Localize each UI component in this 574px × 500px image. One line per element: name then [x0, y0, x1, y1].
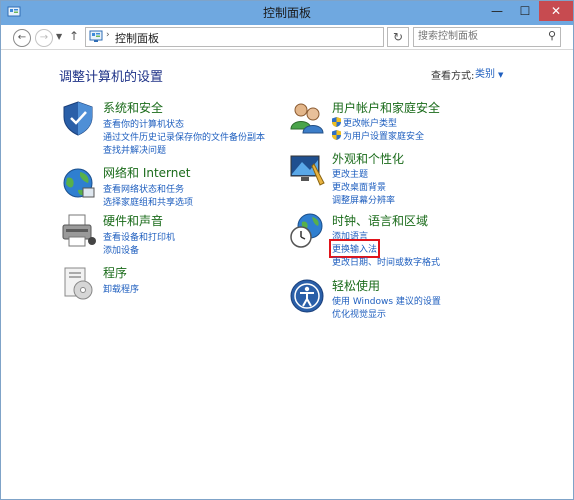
- link-file-history-backup[interactable]: 通过文件历史记录保存你的文件备份副本: [103, 130, 265, 143]
- link-label[interactable]: 为用户设置家庭安全: [343, 132, 424, 142]
- category-network-internet: 网络和 Internet 查看网络状态和任务 选择家庭组和共享选项: [59, 164, 289, 208]
- category-system-security: 系统和安全 查看你的计算机状态 通过文件历史记录保存你的文件备份副本 查找并解决…: [59, 99, 289, 159]
- category-ease-of-access: 轻松使用 使用 Windows 建议的设置 优化视觉显示: [288, 277, 548, 320]
- category-heading[interactable]: 轻松使用: [332, 277, 380, 294]
- search-box[interactable]: ⚲: [413, 27, 561, 47]
- category-user-accounts: 用户帐户和家庭安全 更改帐户类型 为用户设置家庭安全: [288, 99, 548, 142]
- users-icon[interactable]: [288, 99, 326, 137]
- category-hardware-sound: 硬件和声音 查看设备和打印机 添加设备: [59, 212, 289, 256]
- category-heading[interactable]: 系统和安全: [103, 99, 163, 116]
- category-heading[interactable]: 用户帐户和家庭安全: [332, 99, 440, 116]
- search-input[interactable]: [418, 29, 538, 44]
- link-change-theme[interactable]: 更改主题: [332, 167, 368, 180]
- link-network-status[interactable]: 查看网络状态和任务: [103, 182, 184, 195]
- ease-of-access-icon[interactable]: [288, 277, 326, 315]
- back-button[interactable]: ←: [13, 29, 31, 47]
- category-heading[interactable]: 时钟、语言和区域: [332, 212, 428, 229]
- view-by-value[interactable]: 类别: [475, 69, 495, 80]
- address-bar[interactable]: › 控制面板 ▼: [85, 27, 458, 47]
- link-add-language[interactable]: 添加语言: [332, 229, 368, 242]
- uac-shield-icon: [332, 130, 341, 140]
- main-content: 调整计算机的设置 查看方式: 类别 ▼ 系统和安全 查看你的计算机状态 通过文件历…: [1, 49, 573, 499]
- recent-locations-dropdown[interactable]: ▼: [56, 32, 62, 41]
- chevron-down-icon[interactable]: ▼: [498, 71, 503, 79]
- title-bar[interactable]: 控制面板 — ☐ ✕: [1, 1, 573, 25]
- page-title: 调整计算机的设置: [59, 70, 164, 85]
- link-label[interactable]: 更改帐户类型: [343, 119, 397, 129]
- programs-icon[interactable]: [59, 264, 97, 302]
- link-optimize-visual-display[interactable]: 优化视觉显示: [332, 307, 386, 320]
- link-devices-printers[interactable]: 查看设备和打印机: [103, 230, 175, 243]
- link-change-account-type[interactable]: 更改帐户类型: [332, 116, 397, 129]
- category-heading[interactable]: 网络和 Internet: [103, 164, 190, 181]
- control-panel-window: 控制面板 — ☐ ✕ ← → ▼ ↑ › 控制面板 ▼ ↻: [0, 0, 574, 500]
- link-uninstall-program[interactable]: 卸载程序: [103, 282, 139, 295]
- printer-icon[interactable]: [59, 212, 97, 250]
- control-panel-path-icon: [89, 30, 103, 42]
- link-troubleshoot[interactable]: 查找并解决问题: [103, 143, 166, 156]
- refresh-button[interactable]: ↻: [387, 27, 409, 47]
- category-heading[interactable]: 硬件和声音: [103, 212, 163, 229]
- link-change-input-method[interactable]: 更换输入法: [328, 239, 381, 258]
- link-family-safety[interactable]: 为用户设置家庭安全: [332, 129, 424, 142]
- category-clock-language-region: 时钟、语言和区域 添加语言 更换输入法 更改日期、时间或数字格式: [288, 212, 548, 272]
- category-heading[interactable]: 程序: [103, 264, 127, 281]
- link-recommended-settings[interactable]: 使用 Windows 建议的设置: [332, 294, 441, 307]
- network-globe-icon[interactable]: [59, 164, 97, 202]
- link-screen-resolution[interactable]: 调整屏幕分辨率: [332, 193, 395, 206]
- appearance-icon[interactable]: [288, 150, 326, 188]
- breadcrumb-control-panel[interactable]: 控制面板: [115, 30, 159, 46]
- maximize-button[interactable]: ☐: [511, 1, 539, 21]
- uac-shield-icon: [332, 117, 341, 127]
- navigation-bar-inner: ← → ▼ ↑ › 控制面板 ▼ ↻ ⚲: [1, 25, 573, 50]
- category-heading[interactable]: 外观和个性化: [332, 150, 404, 167]
- up-button[interactable]: ↑: [69, 29, 79, 43]
- breadcrumb-separator[interactable]: ›: [106, 30, 110, 40]
- minimize-button[interactable]: —: [483, 1, 511, 21]
- category-programs: 程序 卸载程序: [59, 264, 289, 306]
- link-add-device[interactable]: 添加设备: [103, 243, 139, 256]
- link-view-computer-status[interactable]: 查看你的计算机状态: [103, 117, 184, 130]
- forward-button[interactable]: →: [35, 29, 53, 47]
- link-date-time-format[interactable]: 更改日期、时间或数字格式: [332, 255, 440, 268]
- view-by-dropdown[interactable]: 类别 ▼: [475, 65, 515, 80]
- category-appearance: 外观和个性化 更改主题 更改桌面背景 调整屏幕分辨率: [288, 150, 548, 206]
- link-homegroup-sharing[interactable]: 选择家庭组和共享选项: [103, 195, 193, 208]
- link-desktop-background[interactable]: 更改桌面背景: [332, 180, 386, 193]
- clock-globe-icon[interactable]: [288, 212, 326, 250]
- close-button[interactable]: ✕: [539, 1, 573, 21]
- navigation-bar: ← → ▼ ↑ › 控制面板 ▼ ↻ ⚲: [1, 25, 573, 50]
- view-by-label: 查看方式:: [431, 71, 475, 82]
- shield-icon[interactable]: [59, 99, 97, 137]
- search-icon[interactable]: ⚲: [548, 29, 556, 42]
